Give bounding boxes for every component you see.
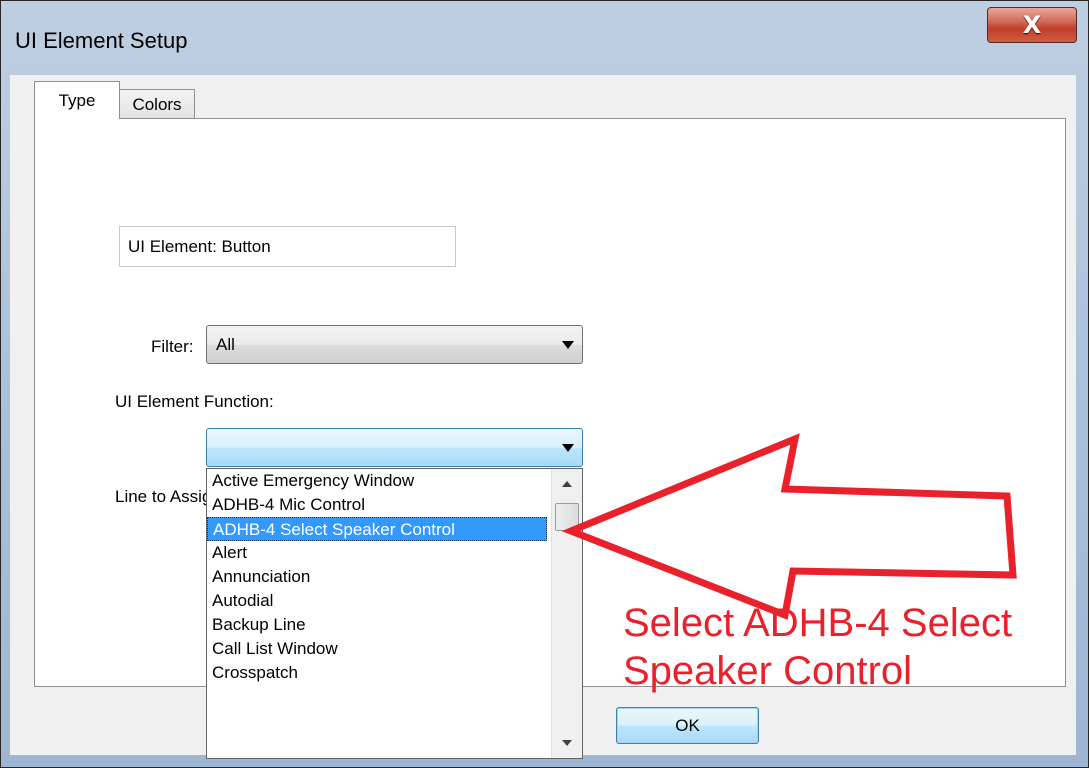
close-icon: X — [1022, 11, 1042, 39]
annotation-line-2: Speaker Control — [623, 649, 913, 693]
ok-button[interactable]: OK — [616, 707, 759, 744]
annotation-text: Select ADHB-4 Select Speaker Control — [623, 599, 1012, 695]
scroll-down-icon[interactable] — [562, 740, 572, 746]
type-tab-panel: UI Element: Button Filter: All UI Elemen… — [34, 118, 1066, 759]
dialog-window: UI Element Setup X Type Colors UI Elemen… — [0, 0, 1089, 768]
dialog-content: Type Colors UI Element: Button Filter: A… — [10, 75, 1076, 759]
window-title: UI Element Setup — [15, 28, 188, 53]
annotation-line-1: Select ADHB-4 Select — [623, 601, 1013, 645]
title-bar[interactable]: UI Element Setup X — [1, 1, 1088, 75]
tab-type[interactable]: Type — [34, 81, 120, 119]
tab-colors[interactable]: Colors — [119, 89, 195, 119]
close-button[interactable]: X — [987, 7, 1077, 43]
